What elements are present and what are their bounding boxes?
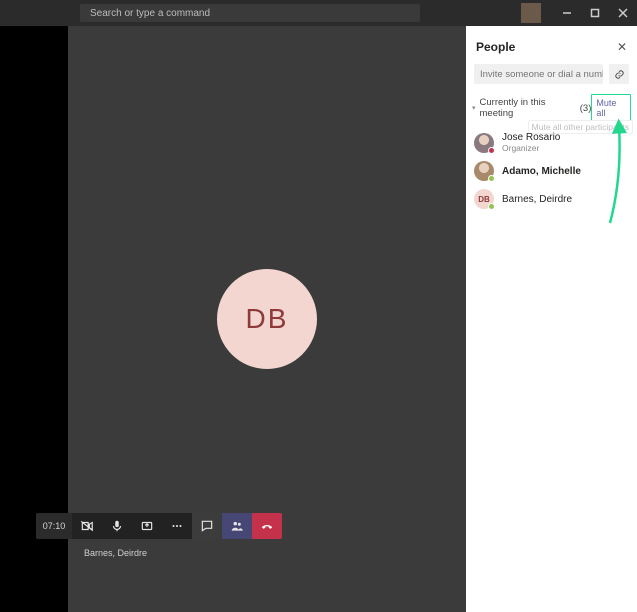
- presence-dot: [488, 203, 495, 210]
- copy-link-button[interactable]: [609, 64, 629, 84]
- section-label: Currently in this meeting: [480, 97, 576, 119]
- people-button[interactable]: [222, 513, 252, 539]
- people-panel: People ✕ ▾ Currently in this meeting (3)…: [466, 26, 637, 612]
- chat-button[interactable]: [192, 513, 222, 539]
- window-controls: [521, 0, 637, 26]
- mic-button[interactable]: [102, 513, 132, 539]
- participant-name: Barnes, Deirdre: [502, 194, 572, 205]
- participant-avatar: DB: [474, 189, 494, 209]
- call-toolbar: 07:10: [36, 513, 282, 539]
- participant-name: Jose Rosario: [502, 132, 560, 143]
- camera-button[interactable]: [72, 513, 102, 539]
- participant-row[interactable]: Jose RosarioOrganizer: [466, 128, 637, 157]
- close-window-button[interactable]: [609, 0, 637, 26]
- participant-caption: Barnes, Deirdre: [84, 548, 147, 558]
- participant-role: Organizer: [502, 143, 560, 153]
- meeting-stage: DB 07:10 Barnes, Deirdre: [68, 26, 466, 612]
- hangup-button[interactable]: [252, 513, 282, 539]
- participant-avatar: [474, 161, 494, 181]
- title-bar: Search or type a command: [0, 0, 637, 26]
- minimize-button[interactable]: [553, 0, 581, 26]
- call-timer: 07:10: [36, 513, 72, 539]
- participant-avatar: [474, 133, 494, 153]
- section-count: (3): [580, 103, 592, 114]
- invite-input[interactable]: [474, 64, 603, 84]
- search-input[interactable]: Search or type a command: [80, 4, 420, 22]
- user-avatar-square[interactable]: [521, 3, 541, 23]
- share-button[interactable]: [132, 513, 162, 539]
- collapse-icon: ▾: [472, 104, 476, 112]
- participant-row[interactable]: DB Barnes, Deirdre: [466, 185, 637, 213]
- search-placeholder: Search or type a command: [90, 8, 210, 19]
- more-button[interactable]: [162, 513, 192, 539]
- people-panel-title: People: [476, 40, 515, 54]
- mute-all-button[interactable]: Mute all: [591, 94, 631, 122]
- presence-dot: [488, 147, 495, 154]
- close-panel-button[interactable]: ✕: [617, 40, 627, 54]
- avatar-initials: DB: [246, 303, 289, 335]
- invite-input-field[interactable]: [480, 69, 603, 80]
- participant-name: Adamo, Michelle: [502, 166, 581, 177]
- participant-avatar-large: DB: [217, 269, 317, 369]
- participant-row[interactable]: Adamo, Michelle: [466, 157, 637, 185]
- presence-dot: [488, 175, 495, 182]
- maximize-button[interactable]: [581, 0, 609, 26]
- participant-list: Jose RosarioOrganizer Adamo, Michelle DB Ba…: [466, 126, 637, 215]
